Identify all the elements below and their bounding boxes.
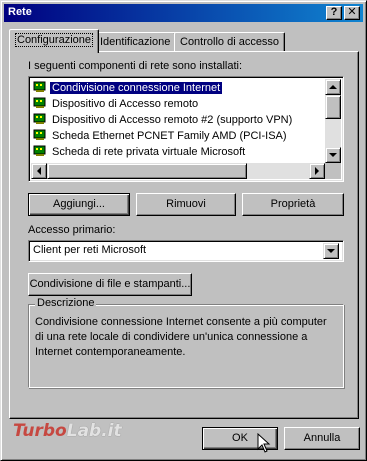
description-legend: Descrizione [35,297,97,309]
window-title: Rete [8,6,32,18]
file-printer-sharing-label: Condivisione di file e stampanti... [29,278,191,290]
close-icon: ✕ [347,6,357,18]
scroll-down-button[interactable] [325,147,341,163]
chevron-down-icon [327,249,335,253]
scroll-up-button[interactable] [325,79,341,95]
components-list[interactable]: Condivisione connessione Internet Dispos… [28,76,344,182]
network-adapter-icon [33,81,47,93]
arrow-left-icon [37,167,41,175]
tab-controllo-accesso[interactable]: Controllo di accesso [174,32,286,52]
primary-logon-label: Accesso primario: [28,224,116,236]
cancel-button[interactable]: Annulla [284,427,360,450]
primary-logon-select[interactable]: Client per reti Microsoft [28,240,344,262]
list-item[interactable]: Condivisione connessione Internet [33,80,223,96]
properties-button-label: Proprietà [270,198,316,210]
list-item-label: Scheda di rete privata virtuale Microsof… [52,146,246,158]
tab-panel: I seguenti componenti di rete sono insta… [9,51,359,419]
watermark-part2: Lab.it [66,421,122,441]
dropdown-button[interactable] [323,243,339,259]
arrow-up-icon [329,85,337,89]
list-item-label: Condivisione connessione Internet [50,82,223,94]
scroll-corner [325,163,341,179]
remove-button-label: Rimuovi [166,198,206,210]
network-adapter-icon [33,97,47,109]
tab-label: Controllo di accesso [180,36,280,48]
remove-button[interactable]: Rimuovi [136,193,236,216]
ok-button-label: OK [232,432,248,444]
network-adapter-icon [33,129,47,141]
network-dialog: Rete ? ✕ Configurazione Identificazione … [0,0,367,461]
tab-identificazione[interactable]: Identificazione [94,32,177,52]
description-group: Descrizione Condivisione connessione Int… [28,297,344,388]
file-printer-sharing-button[interactable]: Condivisione di file e stampanti... [28,273,192,296]
title-bar[interactable]: Rete ? ✕ [4,4,363,22]
help-button[interactable]: ? [326,6,342,20]
watermark: TurboLab.it [13,421,122,447]
network-adapter-icon [33,113,47,125]
description-text: Condivisione connessione Internet consen… [35,316,327,358]
scroll-right-button[interactable] [309,163,325,179]
scroll-thumb-horizontal[interactable] [47,163,247,179]
close-button[interactable]: ✕ [344,6,360,20]
list-item-label: Dispositivo di Accesso remoto [52,98,199,110]
list-item[interactable]: Dispositivo di Accesso remoto [33,96,200,112]
arrow-right-icon [315,167,319,175]
tab-configurazione[interactable]: Configurazione [9,29,99,53]
scroll-left-button[interactable] [31,163,47,179]
properties-button[interactable]: Proprietà [242,193,344,216]
primary-logon-value: Client per reti Microsoft [33,244,147,256]
list-item-label: Scheda Ethernet PCNET Family AMD (PCI-IS… [52,130,287,142]
tab-label: Configurazione [15,33,93,47]
components-label: I seguenti componenti di rete sono insta… [28,60,243,72]
list-item[interactable]: Scheda Ethernet PCNET Family AMD (PCI-IS… [33,128,289,144]
arrow-down-icon [329,153,337,157]
add-button-label: Aggiungi... [53,198,105,210]
watermark-part1: Turbo [13,421,67,441]
mouse-cursor-icon [257,433,271,453]
list-item-label: Dispositivo di Accesso remoto #2 (suppor… [52,114,293,126]
add-button[interactable]: Aggiungi... [28,193,130,216]
list-item[interactable]: Dispositivo di Accesso remoto #2 (suppor… [33,112,294,128]
cancel-button-label: Annulla [303,432,341,444]
scroll-thumb[interactable] [325,95,341,119]
tab-label: Identificazione [100,36,171,48]
list-item[interactable]: Scheda di rete privata virtuale Microsof… [33,144,247,160]
help-icon: ? [330,6,338,18]
network-adapter-icon [33,145,47,157]
